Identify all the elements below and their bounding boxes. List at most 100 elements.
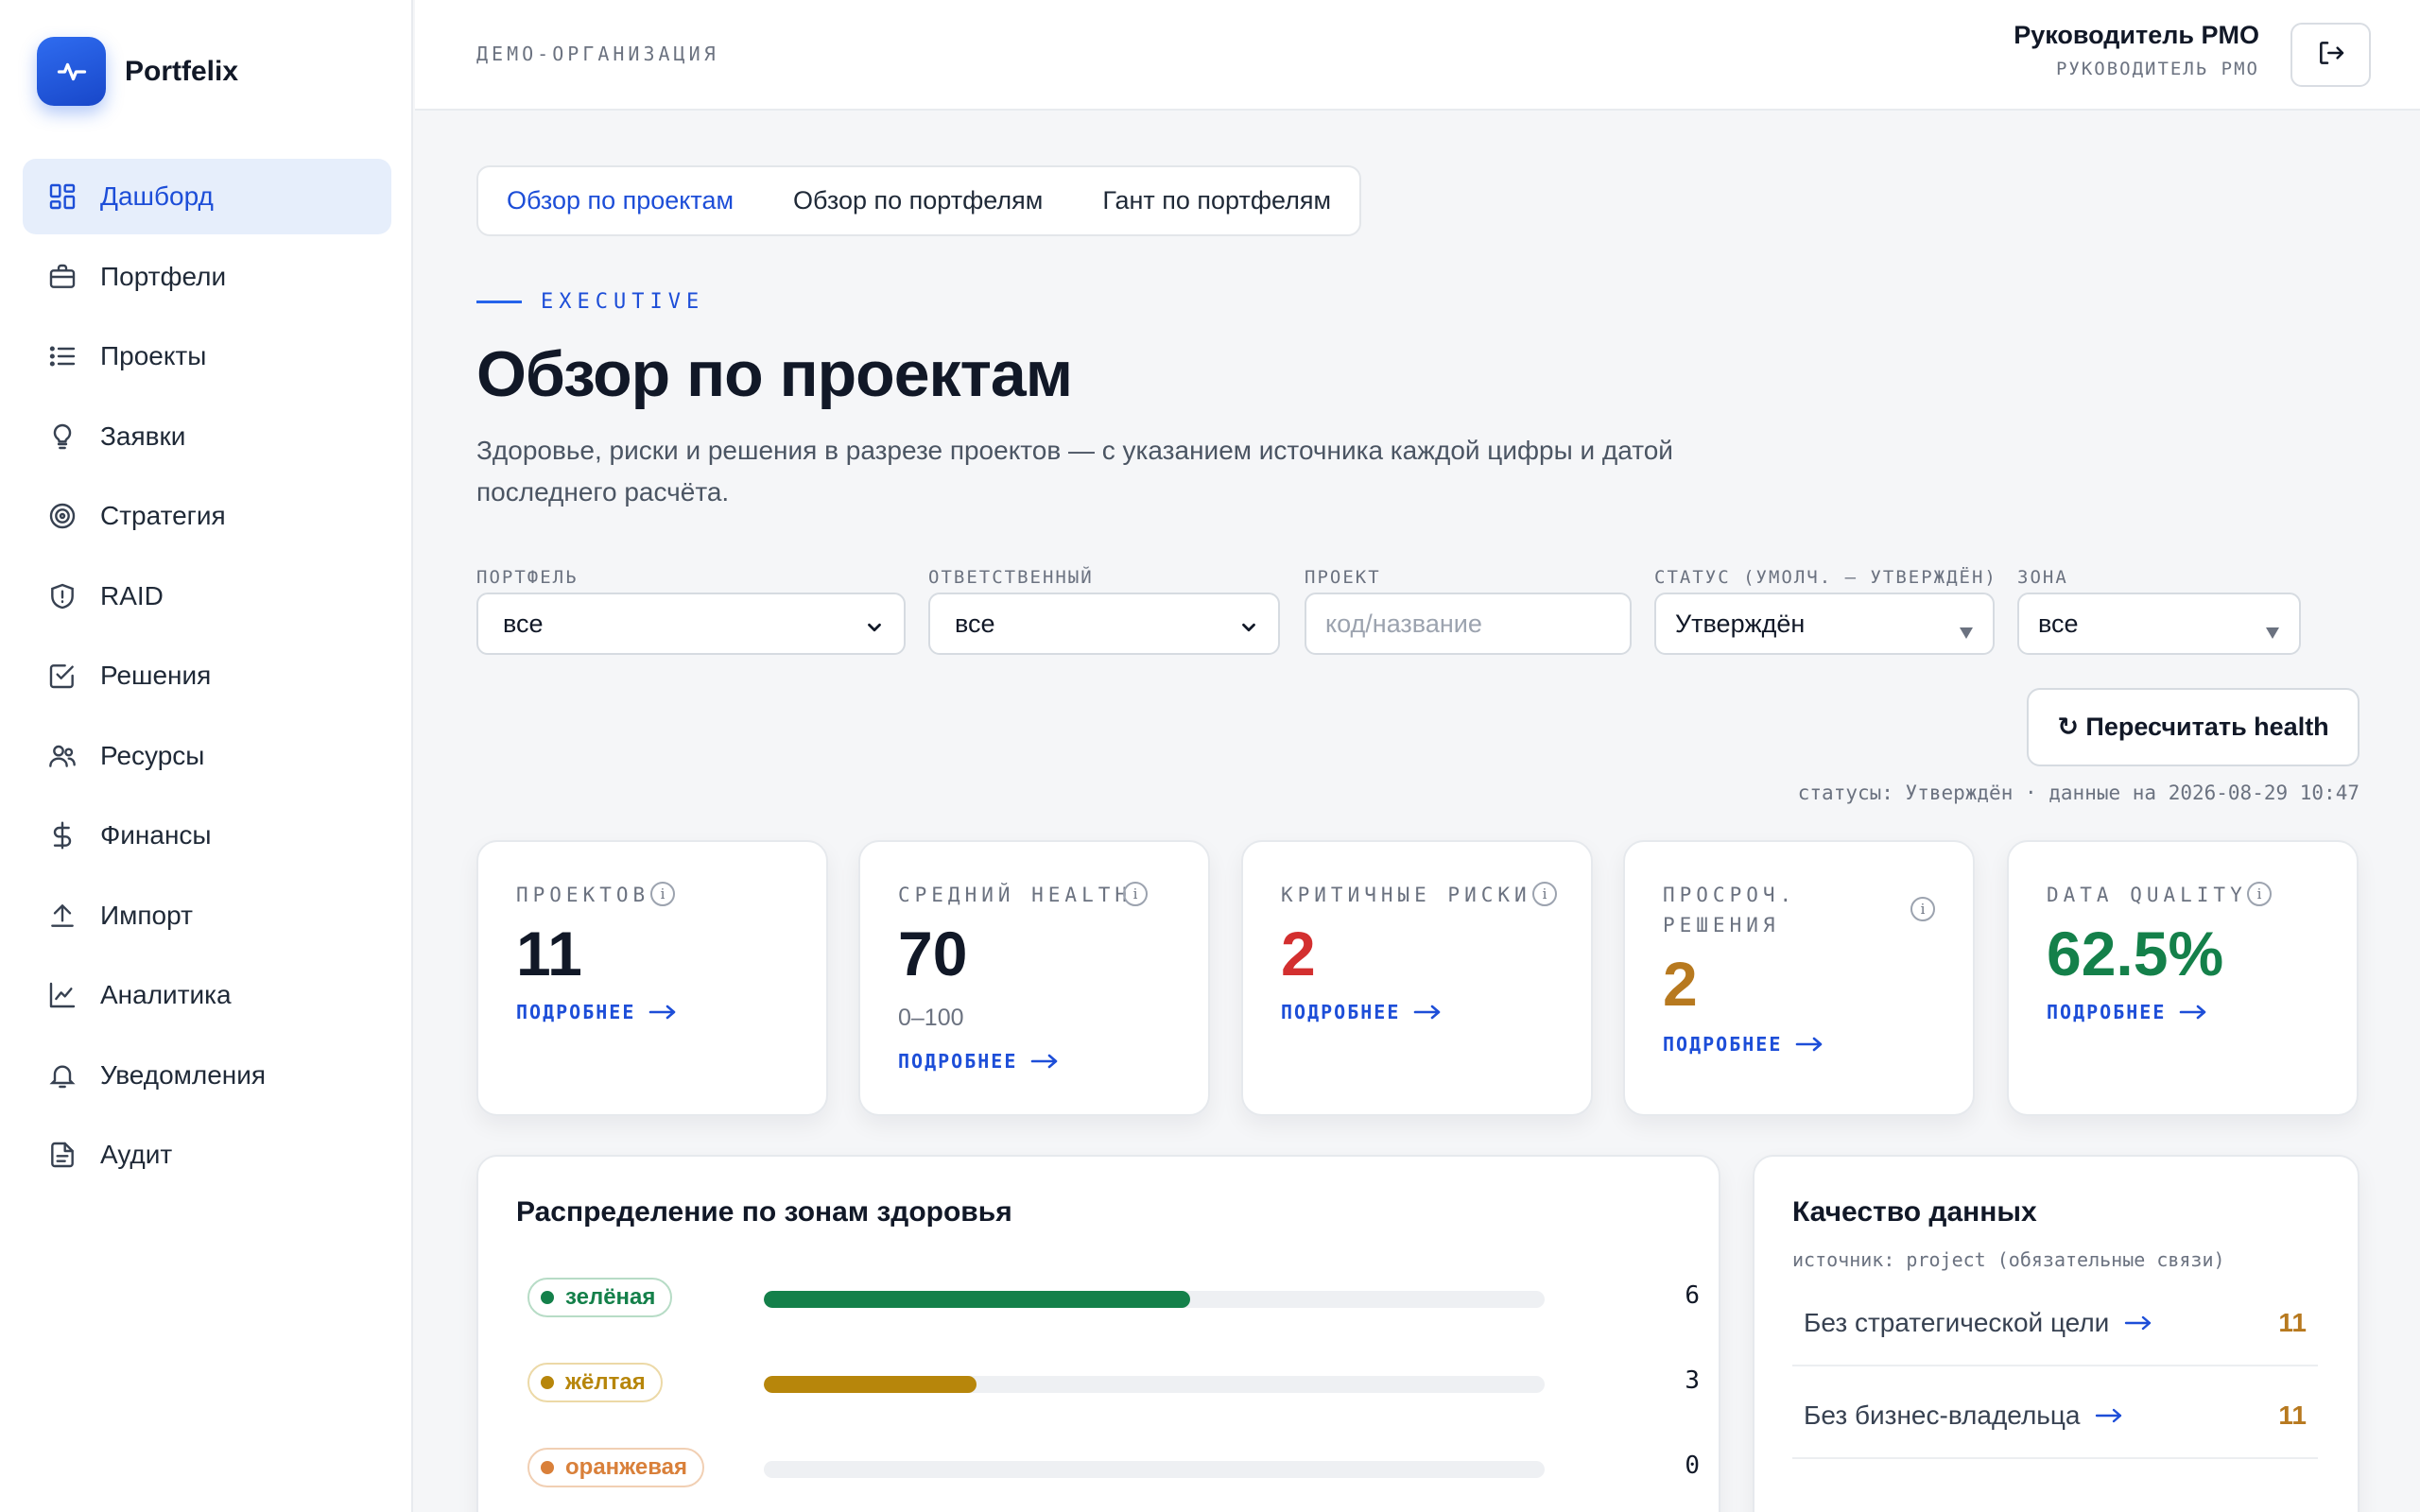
kpi-value: 62.5% [2047, 919, 2224, 988]
info-icon[interactable]: i [1532, 882, 1557, 906]
dq-row[interactable]: Без стратегической цели 11 [1792, 1289, 2318, 1366]
triangle-down-icon [1959, 617, 1974, 646]
more-link-label: ПОДРОБНЕЕ [898, 1050, 1018, 1073]
arrow-right-icon [1031, 1054, 1058, 1069]
info-icon[interactable]: i [1910, 897, 1935, 921]
kpi-card-data-quality[interactable]: DATA QUALITY i 62.5% ПОДРОБНЕЕ [2007, 840, 2359, 1116]
kpi-label: СРЕДНИЙ HEALTH [898, 884, 1132, 906]
zone-row-yellow[interactable]: жёлтая 3 [527, 1363, 1700, 1404]
kpi-card-critical-risks[interactable]: КРИТИЧНЫЕ РИСКИ i 2 ПОДРОБНЕЕ [1241, 840, 1593, 1116]
lightbulb-icon [45, 420, 79, 454]
more-link-label: ПОДРОБНЕЕ [1663, 1033, 1783, 1056]
owner-select[interactable]: все [928, 593, 1280, 655]
dq-count: 11 [2278, 1400, 2307, 1430]
dq-link[interactable]: Без стратегической цели [1804, 1308, 2152, 1338]
portfolio-select[interactable]: все [476, 593, 906, 655]
zone-bar-fill [764, 1376, 977, 1393]
kpi-card-projects[interactable]: ПРОЕКТОВ i 11 ПОДРОБНЕЕ [476, 840, 828, 1116]
user-role: РУКОВОДИТЕЛЬ PMO [2055, 59, 2259, 79]
info-icon[interactable]: i [1123, 882, 1148, 906]
sidebar-item-raid[interactable]: RAID [23, 558, 391, 634]
filter-zone: ЗОНА все [2017, 567, 2301, 655]
sidebar-item-label: Ресурсы [100, 740, 205, 770]
user-name: Руководитель PMO [2014, 21, 2259, 49]
kpi-value: 11 [516, 919, 582, 988]
kpi-more-link[interactable]: ПОДРОБНЕЕ [1281, 1001, 1442, 1023]
chevron-down-icon [1238, 615, 1259, 644]
zone-bar-track [764, 1461, 1545, 1478]
sidebar-item-requests[interactable]: Заявки [23, 399, 391, 474]
zone-row-green[interactable]: зелёная 6 [527, 1278, 1700, 1319]
tab-projects-overview[interactable]: Обзор по проектам [507, 186, 734, 215]
kpi-label-line: РЕШЕНИЯ [1663, 914, 1780, 936]
dq-link[interactable]: Без бизнес-владельца [1804, 1400, 2123, 1431]
kpi-label-line: ПРОСРОЧ. [1663, 884, 1797, 906]
pulse-icon [37, 37, 106, 106]
status-select[interactable]: Утверждён [1654, 593, 1995, 655]
arrow-right-icon [2180, 1005, 2206, 1020]
sidebar-item-import[interactable]: Импорт [23, 878, 391, 954]
kpi-card-overdue-decisions[interactable]: ПРОСРОЧ. РЕШЕНИЯ i 2 ПОДРОБНЕЕ [1623, 840, 1975, 1116]
sidebar-item-decisions[interactable]: Решения [23, 638, 391, 713]
kpi-more-link[interactable]: ПОДРОБНЕЕ [2047, 1001, 2207, 1023]
dashboard-grid-icon [45, 180, 79, 214]
sidebar-item-dashboard[interactable]: Дашборд [23, 159, 391, 234]
zone-dot [541, 1461, 554, 1474]
sidebar-item-label: Портфели [100, 261, 227, 291]
dq-row[interactable]: Без бизнес-владельца 11 [1792, 1382, 2318, 1459]
kpi-more-link[interactable]: ПОДРОБНЕЕ [516, 1001, 677, 1023]
tab-portfolios-overview[interactable]: Обзор по портфелям [793, 186, 1043, 215]
input-placeholder: код/название [1325, 609, 1482, 638]
target-icon [45, 499, 79, 533]
tab-portfolios-gantt[interactable]: Гант по портфелям [1102, 186, 1331, 215]
sidebar-item-finance[interactable]: Финансы [23, 798, 391, 873]
page-title: Обзор по проектам [476, 338, 1073, 410]
dq-label: Без стратегической цели [1804, 1308, 2110, 1337]
page-subtitle: Здоровье, риски и решения в разрезе прое… [476, 436, 1673, 507]
view-tabs: Обзор по проектам Обзор по портфелям Ган… [476, 165, 1362, 236]
top-bar: ДЕМО-ОРГАНИЗАЦИЯ Руководитель PMO РУКОВО… [415, 0, 2420, 111]
zone-count: 3 [1685, 1366, 1700, 1395]
project-search-input[interactable]: код/название [1305, 593, 1632, 655]
organization-name: ДЕМО-ОРГАНИЗАЦИЯ [476, 43, 719, 65]
sidebar-item-label: Аналитика [100, 980, 232, 1009]
sidebar-item-strategy[interactable]: Стратегия [23, 478, 391, 554]
sidebar-item-notifications[interactable]: Уведомления [23, 1038, 391, 1113]
zone-row-orange[interactable]: оранжевая 0 [527, 1448, 1700, 1489]
eyebrow: EXECUTIVE [476, 290, 704, 314]
list-icon [45, 339, 79, 373]
sidebar-item-portfolios[interactable]: Портфели [23, 239, 391, 315]
kpi-more-link[interactable]: ПОДРОБНЕЕ [898, 1050, 1059, 1073]
logout-button[interactable] [2290, 23, 2371, 87]
arrow-right-icon [2125, 1315, 2152, 1331]
brand[interactable]: Portfelix [37, 37, 238, 106]
kpi-label: ПРОСРОЧ. РЕШЕНИЯ [1663, 880, 1796, 940]
select-value: все [503, 609, 544, 638]
info-icon[interactable]: i [2247, 882, 2272, 906]
sidebar-item-audit[interactable]: Аудит [23, 1117, 391, 1193]
sidebar-item-resources[interactable]: Ресурсы [23, 718, 391, 794]
zone-bar-fill [764, 1291, 1190, 1308]
data-timestamp: статусы: Утверждён · данные на 2026-08-2… [1797, 782, 2360, 804]
zone-bar-track [764, 1291, 1545, 1308]
more-link-label: ПОДРОБНЕЕ [516, 1001, 636, 1023]
sidebar-item-label: Финансы [100, 820, 212, 850]
info-icon[interactable]: i [650, 882, 675, 906]
arrow-right-icon [2096, 1408, 2122, 1423]
zone-select[interactable]: все [2017, 593, 2301, 655]
kpi-card-avg-health[interactable]: СРЕДНИЙ HEALTH i 70 0–100 ПОДРОБНЕЕ [858, 840, 1210, 1116]
recalculate-health-button[interactable]: ↻ Пересчитать health [2027, 688, 2360, 766]
kpi-label: DATA QUALITY [2047, 884, 2247, 906]
filter-project: ПРОЕКТ код/название [1305, 567, 1632, 655]
zone-label: жёлтая [565, 1369, 646, 1395]
filter-owner: ОТВЕТСТВЕННЫЙ все [928, 567, 1280, 655]
triangle-down-icon [2265, 617, 2280, 646]
sidebar-item-projects[interactable]: Проекты [23, 318, 391, 394]
kpi-value: 70 [898, 919, 968, 988]
line-chart-icon [45, 978, 79, 1012]
kpi-more-link[interactable]: ПОДРОБНЕЕ [1663, 1033, 1824, 1056]
eyebrow-line [476, 301, 522, 303]
sidebar-item-analytics[interactable]: Аналитика [23, 957, 391, 1033]
select-value: все [955, 609, 995, 638]
dollar-icon [45, 818, 79, 852]
